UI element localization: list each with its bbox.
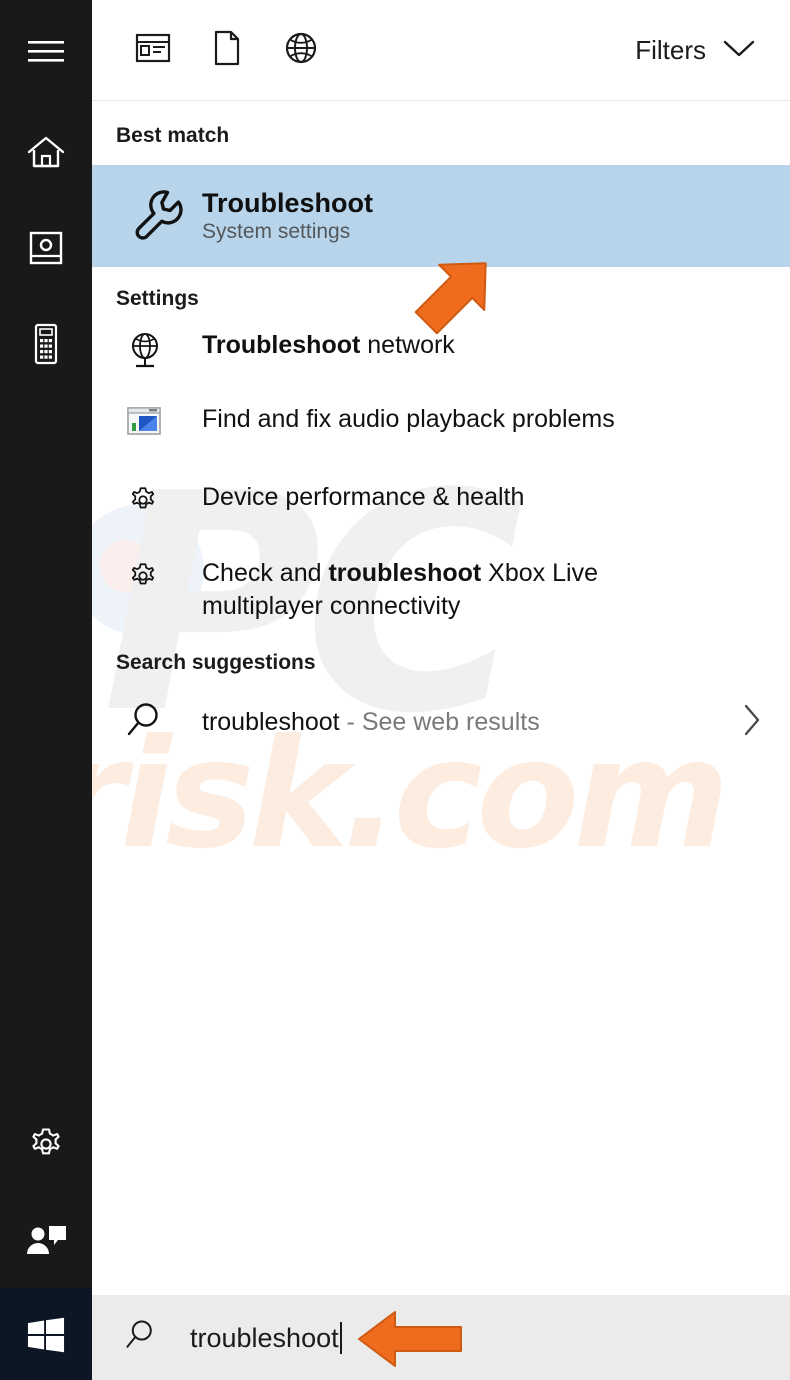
list-item-label-prefix: Check and [202, 559, 329, 587]
list-item-label: Find and fix audio playback problems [202, 405, 615, 433]
list-item-label-bold: troubleshoot [328, 559, 482, 587]
sidebar-item-home[interactable] [0, 104, 92, 200]
sidebar-item-collections[interactable] [0, 200, 92, 296]
search-magnifier-icon [122, 1317, 158, 1358]
list-item-label: Device performance & health [202, 483, 525, 511]
result-icon-wrap [116, 329, 202, 378]
list-item[interactable]: Device performance & health [92, 481, 790, 543]
sidebar-item-menu[interactable] [0, 0, 92, 104]
sidebar-item-feedback[interactable] [0, 1192, 92, 1288]
text-caret [339, 1321, 342, 1354]
gear-icon [25, 1123, 67, 1165]
list-item[interactable]: Find and fix audio playback problems [92, 403, 790, 465]
collections-icon [27, 229, 65, 267]
filter-apps-button[interactable] [116, 13, 190, 87]
settings-header: Settings [116, 287, 199, 310]
best-match-header: Best match [116, 124, 230, 147]
search-suggestion-item[interactable]: troubleshoot - See web results [92, 689, 790, 755]
best-match-item[interactable]: Troubleshoot System settings [92, 165, 790, 267]
windows-logo-icon [26, 1316, 66, 1359]
list-item-label-rest: network [360, 331, 455, 359]
list-item-label-bold: Troubleshoot [202, 331, 361, 359]
search-suggestions-header: Search suggestions [116, 651, 316, 674]
filters-label: Filters [635, 34, 706, 65]
audio-troubleshooter-icon [126, 405, 162, 442]
sidebar-item-calculator[interactable] [0, 296, 92, 392]
suggestion-query: troubleshoot [202, 707, 340, 736]
left-rail [0, 0, 92, 1380]
calculator-icon [31, 323, 61, 365]
chevron-right-icon [740, 700, 764, 745]
sidebar-item-settings[interactable] [0, 1096, 92, 1192]
result-icon-wrap [116, 403, 202, 442]
filter-web-button[interactable] [264, 13, 338, 87]
result-icon-wrap [116, 481, 202, 522]
hamburger-menu-icon [26, 37, 66, 67]
chevron-down-icon [722, 37, 756, 64]
wrench-icon [126, 185, 184, 248]
suggestion-hint: - See web results [339, 707, 540, 736]
suggestion-chevron-wrap[interactable] [740, 700, 768, 745]
result-icon-wrap [116, 557, 202, 598]
search-icon-wrap [116, 1317, 172, 1358]
search-magnifier-icon [124, 700, 164, 745]
list-item[interactable]: Troubleshoot network [92, 329, 790, 391]
document-icon [212, 30, 242, 71]
search-results-panel: PC risk.com Filters Best match Troublesh… [92, 0, 790, 1380]
best-match-title: Troubleshoot [202, 188, 373, 219]
list-item-label: Troubleshoot network [202, 329, 455, 362]
results-toolbar: Filters [92, 0, 790, 101]
best-match-subtitle: System settings [202, 219, 351, 243]
web-globe-icon [284, 31, 318, 70]
apps-window-icon [135, 32, 171, 69]
filters-dropdown[interactable]: Filters [631, 29, 760, 72]
taskbar-search-box[interactable]: troubleshoot [92, 1295, 790, 1380]
home-icon [26, 133, 66, 171]
panel-empty-space [92, 755, 790, 1380]
filter-documents-button[interactable] [190, 13, 264, 87]
suggestion-text: troubleshoot - See web results [202, 708, 740, 737]
list-item[interactable]: Check and troubleshoot Xbox Live multipl… [92, 557, 790, 623]
feedback-icon [24, 1221, 68, 1259]
taskbar: troubleshoot [0, 1295, 790, 1380]
start-button[interactable] [0, 1295, 92, 1380]
network-globe-icon [126, 331, 164, 378]
suggestion-icon-wrap [116, 700, 202, 745]
best-match-icon-wrap [116, 185, 202, 248]
gear-icon [126, 559, 160, 598]
search-input-value: troubleshoot [190, 1322, 339, 1353]
list-item-label: Check and troubleshoot Xbox Live multipl… [202, 557, 722, 623]
gear-icon [126, 483, 160, 522]
best-match-text: Troubleshoot System settings [202, 189, 373, 242]
search-input[interactable]: troubleshoot [172, 1321, 342, 1354]
